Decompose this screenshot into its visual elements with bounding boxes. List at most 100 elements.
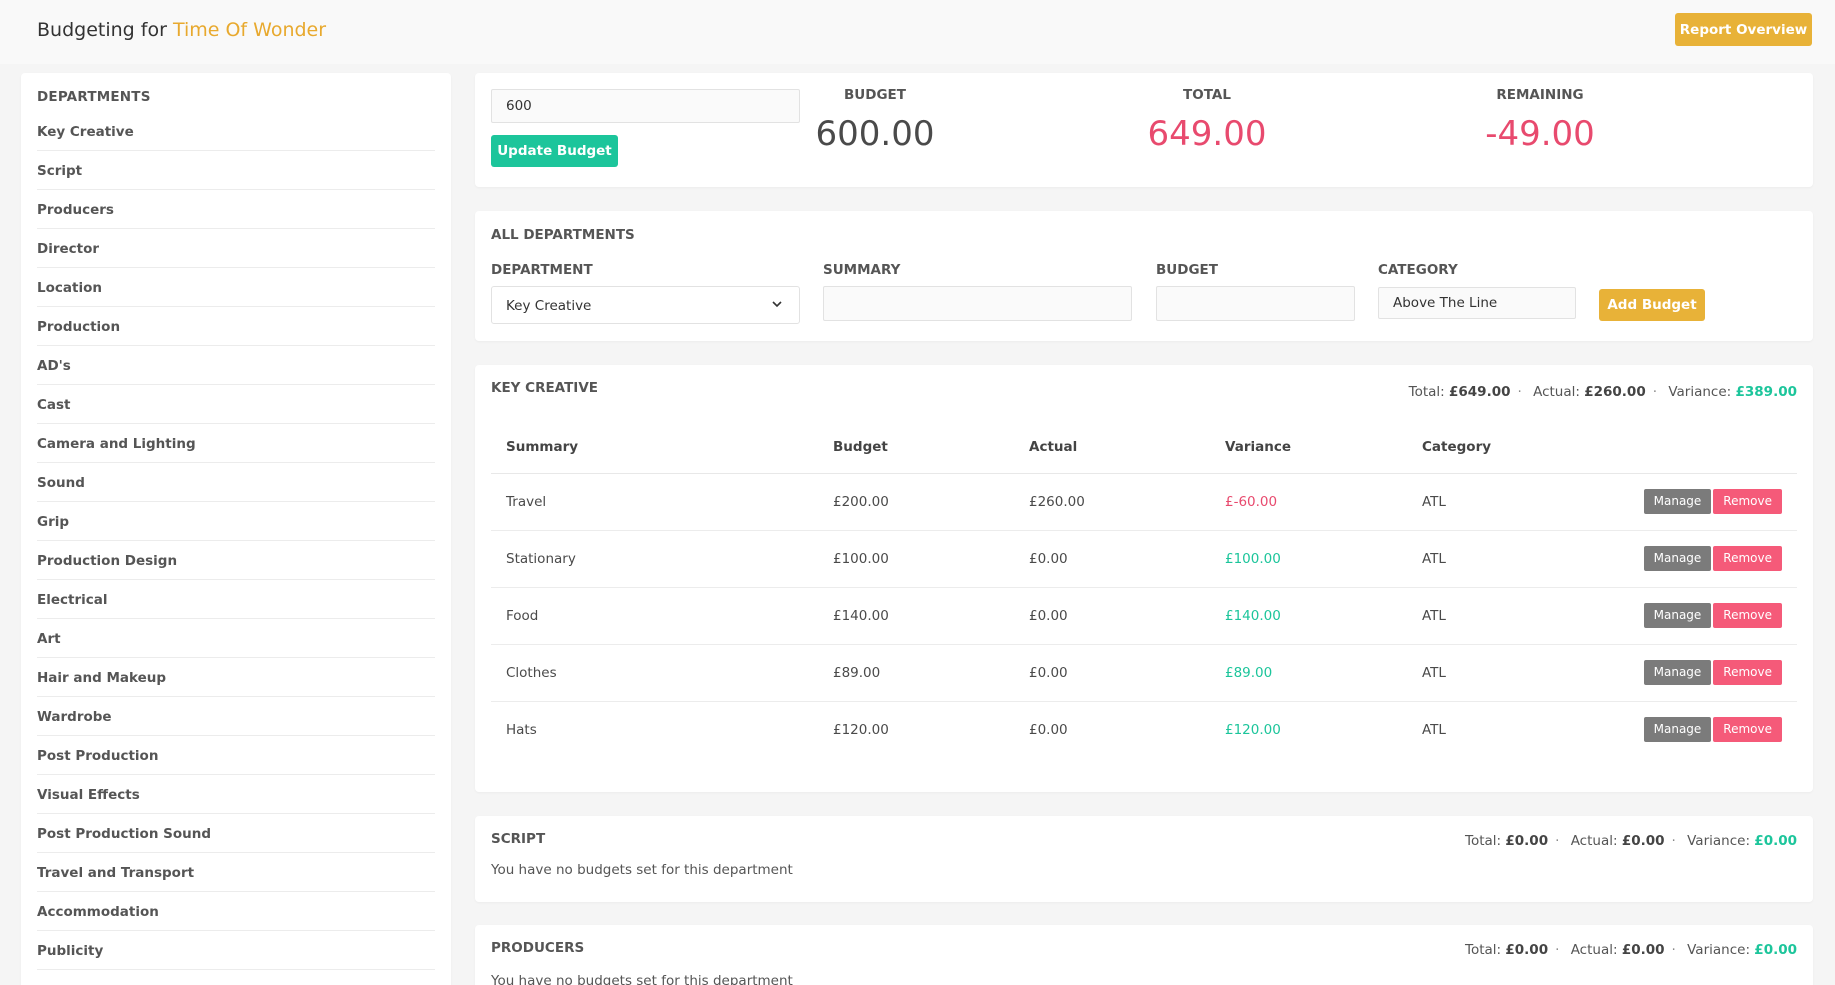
actual-value: £0.00 [1621, 942, 1665, 958]
remove-button[interactable]: Remove [1713, 717, 1782, 743]
row-budget: £140.00 [818, 587, 1014, 645]
row-variance: £140.00 [1210, 587, 1407, 645]
department-totals: Total: £649.00 · Actual: £260.00 · Varianc… [1408, 384, 1798, 400]
sidebar-item[interactable]: AD's [37, 346, 435, 385]
row-budget: £200.00 [818, 473, 1014, 531]
summary-label: SUMMARY [823, 262, 901, 278]
remaining-stat: REMAINING -49.00 [1440, 87, 1640, 154]
manage-button[interactable]: Manage [1643, 660, 1712, 685]
department-card-script: SCRIPT Total: £0.00 · Actual: £0.00 · Vari… [475, 816, 1813, 902]
row-variance: £89.00 [1210, 644, 1407, 702]
sidebar-item[interactable]: Post Production [37, 736, 435, 775]
empty-message: You have no budgets set for this departm… [491, 973, 793, 985]
department-totals: Total: £0.00 · Actual: £0.00 · Variance: £… [1465, 942, 1797, 958]
summary-input[interactable] [823, 286, 1132, 321]
actual-label: Actual: [1570, 942, 1618, 958]
budget-table: Summary Budget Actual Variance Category … [491, 421, 1797, 758]
sidebar-item[interactable]: Publicity [37, 931, 435, 970]
row-category: ATL [1407, 530, 1607, 588]
budget-label: BUDGET [1156, 262, 1218, 278]
add-budget-title: ALL DEPARTMENTS [491, 227, 635, 243]
row-category: ATL [1407, 587, 1607, 645]
sidebar-item[interactable]: Travel and Transport [37, 853, 435, 892]
row-budget: £89.00 [818, 644, 1014, 702]
variance-value: £0.00 [1754, 942, 1797, 958]
row-budget: £100.00 [818, 530, 1014, 588]
row-actions: Manage Remove [1607, 587, 1797, 645]
sidebar-item[interactable]: Electrical [37, 580, 435, 619]
page-title-prefix: Budgeting for [37, 19, 167, 41]
chevron-down-icon [772, 301, 782, 308]
sidebar-item[interactable]: Key Creative [37, 112, 435, 151]
sidebar-item[interactable]: Visual Effects [37, 775, 435, 814]
remove-button[interactable]: Remove [1713, 546, 1782, 571]
column-header: Category [1407, 421, 1607, 474]
add-budget-card: ALL DEPARTMENTS DEPARTMENT Key Creative … [475, 211, 1813, 341]
sidebar-item[interactable]: Accommodation [37, 892, 435, 931]
row-variance: £120.00 [1225, 721, 1281, 738]
row-summary: Food [491, 587, 818, 645]
sidebar-item[interactable]: Location [37, 268, 435, 307]
sidebar-item[interactable]: Script [37, 151, 435, 190]
total-budget-input[interactable] [491, 89, 800, 123]
actual-label: Actual: [1533, 384, 1580, 400]
total-label: Total: [1465, 942, 1502, 958]
budget-summary-card: Update Budget BUDGET 600.00 TOTAL 649.00… [475, 73, 1813, 187]
manage-button[interactable]: Manage [1643, 603, 1712, 628]
sidebar-item[interactable]: Grip [37, 502, 435, 541]
departments-sidebar: DEPARTMENTS Key Creative Script Producers D… [21, 73, 451, 985]
department-title: SCRIPT [491, 831, 546, 847]
department-card-key-creative: KEY CREATIVE Total: £649.00 · Actual: £26… [475, 365, 1813, 792]
row-category: ATL [1407, 473, 1607, 531]
remaining-stat-value: -49.00 [1485, 114, 1595, 154]
sidebar-item[interactable]: Sound [37, 463, 435, 502]
variance-value: £389.00 [1735, 384, 1798, 400]
sidebar-item[interactable]: Production Design [37, 541, 435, 580]
remove-button[interactable]: Remove [1713, 660, 1782, 685]
total-stat-value: 649.00 [1147, 114, 1267, 154]
add-budget-button[interactable]: Add Budget [1599, 289, 1705, 321]
manage-button[interactable]: Manage [1643, 546, 1712, 571]
project-name: Time Of Wonder [172, 19, 327, 41]
total-value: £649.00 [1449, 384, 1511, 400]
remove-button[interactable]: Remove [1713, 603, 1782, 628]
row-actions: Manage Remove [1607, 644, 1797, 702]
sidebar-item[interactable]: Art [37, 619, 435, 658]
sidebar-item[interactable]: Hair and Makeup [37, 658, 435, 697]
sidebar-item[interactable]: Producers [37, 190, 435, 229]
row-category: ATL [1422, 721, 1446, 738]
budget-stat: BUDGET 600.00 [775, 87, 975, 154]
sidebar-item[interactable]: Post Production Sound [37, 814, 435, 853]
row-actions: Manage Remove [1607, 701, 1797, 758]
department-select-value: Key Creative [506, 298, 592, 314]
sidebar-item[interactable]: Production [37, 307, 435, 346]
manage-button[interactable]: Manage [1643, 489, 1712, 514]
actual-label: Actual: [1570, 833, 1618, 849]
total-value: £0.00 [1505, 942, 1549, 958]
sidebar-item[interactable]: Camera and Lighting [37, 424, 435, 463]
manage-button[interactable]: Manage [1643, 717, 1712, 743]
sidebar-item[interactable]: Cast [37, 385, 435, 424]
remove-button[interactable]: Remove [1713, 489, 1782, 514]
category-input[interactable] [1378, 287, 1576, 319]
row-actual: £0.00 [1029, 721, 1068, 738]
department-select[interactable]: Key Creative [491, 286, 800, 324]
remaining-stat-label: REMAINING [1496, 87, 1584, 103]
table-row: Stationary £100.00 £0.00 £100.00 ATL Manage Re… [491, 530, 1797, 588]
total-stat-label: TOTAL [1183, 87, 1231, 103]
column-header: Budget [818, 421, 1014, 474]
report-overview-button[interactable]: Report Overview [1675, 13, 1812, 46]
page-title: Budgeting for Time Of Wonder [37, 19, 326, 41]
sidebar-item[interactable]: Wardrobe [37, 697, 435, 736]
table-row: Clothes £89.00 £0.00 £89.00 ATL Manage Remove [491, 644, 1797, 702]
sidebar-item[interactable]: Director [37, 229, 435, 268]
total-label: Total: [1465, 833, 1502, 849]
department-title: KEY CREATIVE [491, 380, 598, 396]
row-budget: £120.00 [833, 721, 889, 738]
row-summary: Clothes [491, 644, 818, 702]
table-row: Hats £120.00 £0.00 £120.00 ATL Manage Remove [491, 701, 1797, 758]
budget-amount-input[interactable] [1156, 286, 1355, 321]
update-budget-button[interactable]: Update Budget [491, 135, 618, 167]
total-stat: TOTAL 649.00 [1107, 87, 1307, 154]
row-actual: £0.00 [1014, 644, 1210, 702]
